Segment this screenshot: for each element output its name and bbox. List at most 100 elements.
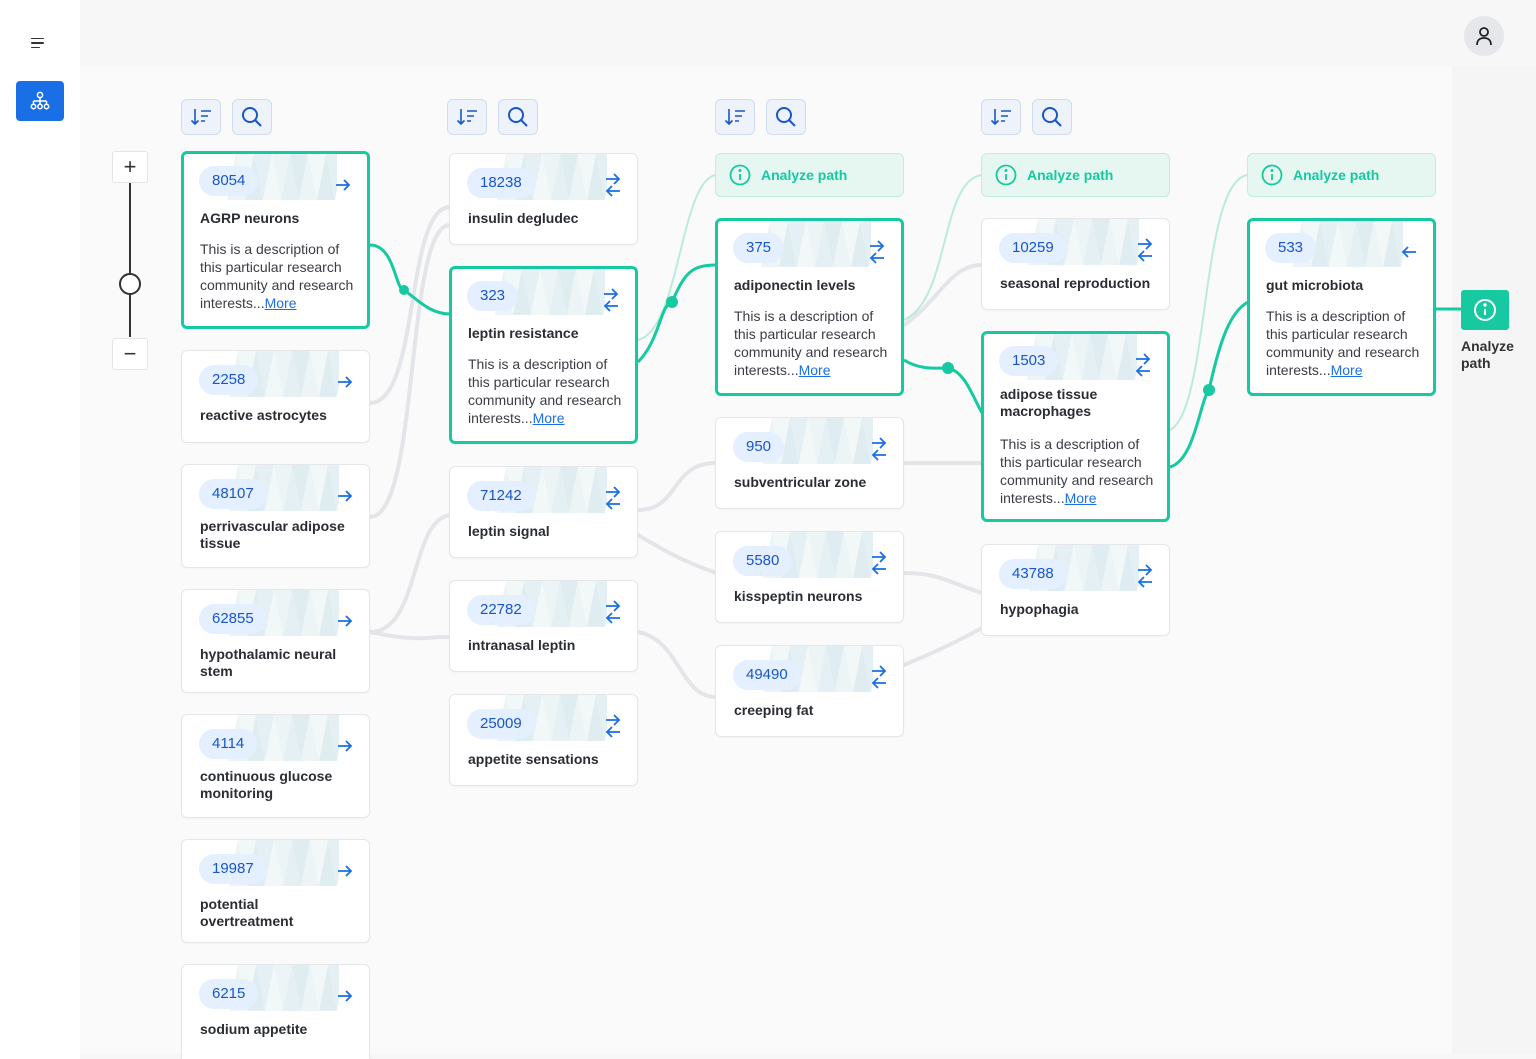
more-link[interactable]: More: [799, 362, 831, 378]
node-title: appetite sensations: [468, 751, 599, 767]
community-node[interactable]: 22782 intranasal leptin: [449, 580, 638, 672]
sort-button-col1[interactable]: [181, 99, 221, 135]
canvas-gutter: [1452, 66, 1536, 1054]
top-bar: [80, 0, 1536, 66]
network-graph-button[interactable]: [16, 81, 64, 121]
menu-icon[interactable]: [26, 30, 52, 56]
node-count-badge: 533: [1265, 233, 1317, 263]
community-node[interactable]: 49490 creeping fat: [715, 645, 904, 737]
node-count-badge: 10259: [999, 233, 1067, 263]
arrow-right-icon[interactable]: [333, 170, 353, 200]
node-title: leptin signal: [468, 523, 550, 539]
node-count-badge: 19987: [199, 854, 267, 884]
swap-arrows-icon[interactable]: [869, 434, 889, 464]
search-icon: [242, 107, 262, 127]
search-button-col4[interactable]: [1032, 99, 1072, 135]
zoom-in-button[interactable]: +: [112, 151, 148, 183]
node-title: hypophagia: [1000, 601, 1079, 617]
swap-arrows-icon[interactable]: [603, 711, 623, 741]
analyze-path-final-button[interactable]: [1461, 290, 1509, 330]
node-count-badge: 2258: [199, 365, 259, 395]
sort-icon: [190, 109, 211, 126]
analyze-path-button-col4[interactable]: Analyze path: [981, 153, 1170, 197]
analyze-path-label: Analyze path: [1027, 167, 1114, 183]
swap-arrows-icon[interactable]: [601, 285, 621, 315]
community-node[interactable]: 43788 hypophagia: [981, 544, 1170, 636]
node-description: This is a description of this particular…: [200, 240, 355, 312]
node-description: This is a description of this particular…: [734, 307, 889, 379]
swap-arrows-icon[interactable]: [869, 548, 889, 578]
node-title: adiponectin levels: [734, 277, 856, 293]
zoom-slider-handle[interactable]: [119, 273, 141, 295]
node-description: This is a description of this particular…: [1266, 307, 1421, 379]
node-description: This is a description of this particular…: [1000, 435, 1155, 507]
node-count-badge: 375: [733, 233, 785, 263]
arrow-right-icon[interactable]: [335, 606, 355, 636]
sort-icon: [990, 109, 1011, 126]
community-node[interactable]: 8054 AGRP neurons This is a description of…: [181, 151, 370, 329]
sort-button-col2[interactable]: [447, 99, 487, 135]
arrow-right-icon[interactable]: [335, 731, 355, 761]
info-icon: [1474, 299, 1496, 321]
node-title: AGRP neurons: [200, 210, 300, 226]
arrow-right-icon[interactable]: [335, 367, 355, 397]
node-title: perrivascular adipose tissue: [200, 518, 345, 551]
node-title: insulin degludec: [468, 210, 579, 226]
arrow-right-icon[interactable]: [335, 481, 355, 511]
arrow-left-icon[interactable]: [1399, 237, 1419, 267]
more-link[interactable]: More: [533, 410, 565, 426]
node-count-badge: 62855: [199, 604, 267, 634]
community-node[interactable]: 10259 seasonal reproduction: [981, 218, 1170, 310]
more-link[interactable]: More: [265, 295, 297, 311]
community-node[interactable]: 18238 insulin degludec: [449, 153, 638, 245]
swap-arrows-icon[interactable]: [867, 237, 887, 267]
sort-button-col4[interactable]: [981, 99, 1021, 135]
community-node[interactable]: 5580 kisspeptin neurons: [715, 531, 904, 623]
community-node[interactable]: 25009 appetite sensations: [449, 694, 638, 786]
community-node[interactable]: 4114 continuous glucose monitoring: [181, 714, 370, 818]
community-node[interactable]: 533 gut microbiota This is a description o…: [1247, 218, 1436, 396]
community-node[interactable]: 2258 reactive astrocytes: [181, 350, 370, 443]
swap-arrows-icon[interactable]: [603, 483, 623, 513]
search-button-col1[interactable]: [232, 99, 272, 135]
node-count-badge: 4114: [199, 729, 258, 759]
community-node[interactable]: 48107 perrivascular adipose tissue: [181, 464, 370, 568]
analyze-path-button-col3[interactable]: Analyze path: [715, 153, 904, 197]
community-node[interactable]: 19987 potential overtreatment: [181, 839, 370, 943]
swap-arrows-icon[interactable]: [1135, 235, 1155, 265]
node-title: potential overtreatment: [200, 896, 294, 929]
analyze-path-label: Analyze path: [761, 167, 848, 183]
community-node[interactable]: 71242 leptin signal: [449, 466, 638, 558]
node-title: seasonal reproduction: [1000, 275, 1151, 291]
swap-arrows-icon[interactable]: [603, 597, 623, 627]
node-count-badge: 71242: [467, 481, 535, 511]
node-count-badge: 1503: [999, 346, 1059, 376]
search-icon: [1042, 107, 1062, 127]
swap-arrows-icon[interactable]: [869, 662, 889, 692]
info-icon: [729, 164, 751, 186]
analyze-path-button-col5[interactable]: Analyze path: [1247, 153, 1436, 197]
arrow-right-icon[interactable]: [335, 981, 355, 1011]
search-button-col3[interactable]: [766, 99, 806, 135]
arrow-right-icon[interactable]: [335, 856, 355, 886]
more-link[interactable]: More: [1331, 362, 1363, 378]
community-node[interactable]: 950 subventricular zone: [715, 417, 904, 509]
community-node[interactable]: 375 adiponectin levels This is a descripti…: [715, 218, 904, 396]
community-node[interactable]: 323 leptin resistance This is a descriptio…: [449, 266, 638, 444]
node-count-badge: 22782: [467, 595, 535, 625]
node-title: subventricular zone: [734, 474, 867, 490]
node-title: hypothalamic neural stem: [200, 646, 337, 679]
search-button-col2[interactable]: [498, 99, 538, 135]
swap-arrows-icon[interactable]: [1135, 561, 1155, 591]
sort-button-col3[interactable]: [715, 99, 755, 135]
node-title: sodium appetite: [200, 1021, 308, 1037]
user-avatar-button[interactable]: [1464, 16, 1504, 56]
swap-arrows-icon[interactable]: [1133, 350, 1153, 380]
more-link[interactable]: More: [1065, 490, 1097, 506]
network-graph-icon: [30, 91, 50, 110]
community-node[interactable]: 1503 adipose tissue macrophages This is a …: [981, 331, 1170, 522]
swap-arrows-icon[interactable]: [603, 170, 623, 200]
zoom-out-button[interactable]: −: [112, 338, 148, 370]
community-node[interactable]: 62855 hypothalamic neural stem: [181, 589, 370, 693]
community-node[interactable]: 6215 sodium appetite: [181, 964, 370, 1059]
